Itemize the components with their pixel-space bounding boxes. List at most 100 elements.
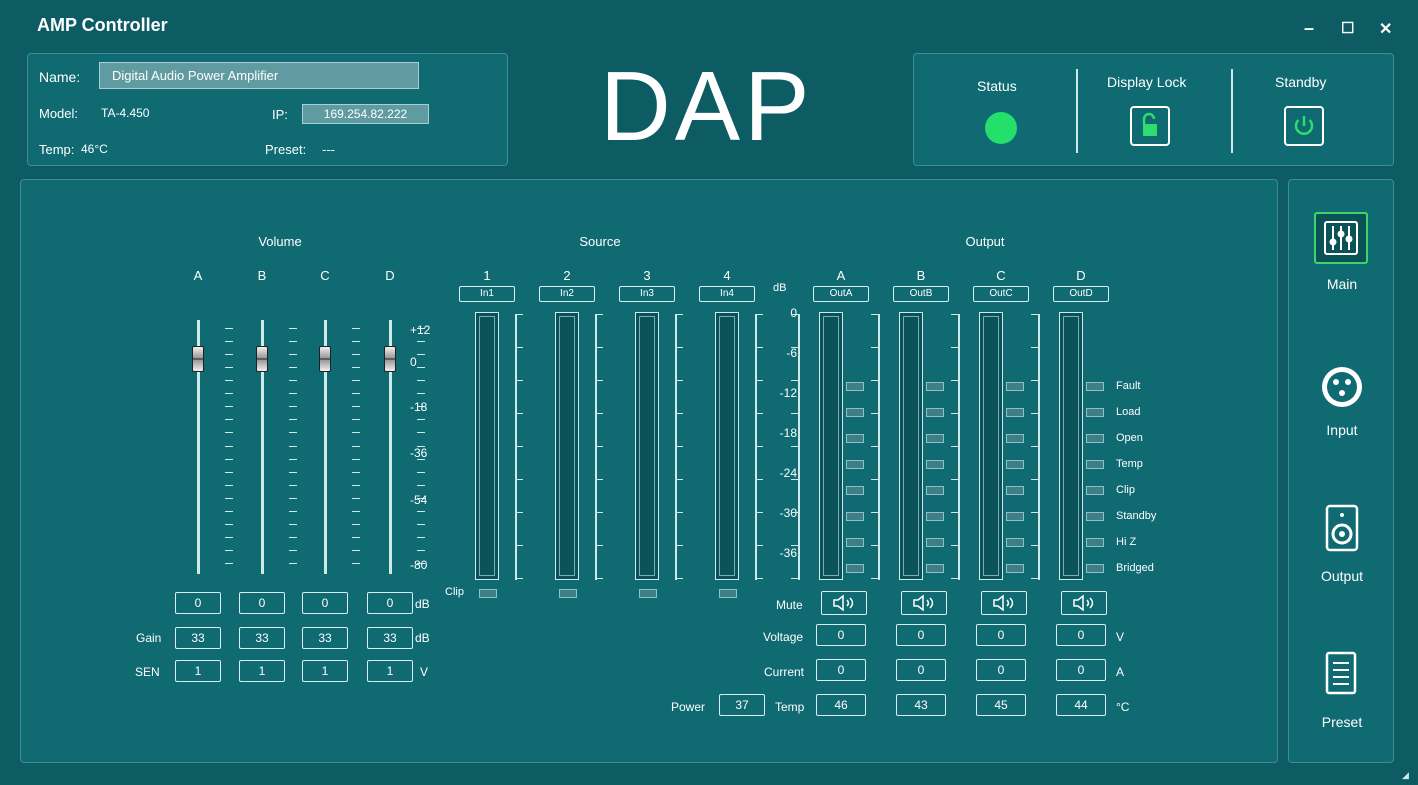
- output-status-label: Load: [1116, 406, 1141, 418]
- volume-fader-knob[interactable]: [384, 346, 396, 372]
- output-voltage-field[interactable]: 0: [816, 624, 866, 646]
- mute-button[interactable]: [1061, 591, 1107, 615]
- gain-field[interactable]: 33: [367, 627, 413, 649]
- close-button[interactable]: ✕: [1379, 19, 1392, 39]
- sen-field[interactable]: 1: [239, 660, 285, 682]
- volume-channel-label: A: [193, 268, 203, 283]
- fader-scale-tick: [417, 341, 425, 342]
- volume-title: Volume: [258, 234, 302, 249]
- output-status-led: [846, 564, 864, 573]
- resize-grip[interactable]: ◢: [1402, 770, 1412, 780]
- meter-ruler-tick: [871, 545, 879, 546]
- output-status-led: [926, 408, 944, 417]
- sen-field[interactable]: 1: [302, 660, 348, 682]
- output-current-field[interactable]: 0: [816, 659, 866, 681]
- ip-field[interactable]: 169.254.82.222: [302, 104, 429, 124]
- source-input-tag[interactable]: In4: [699, 286, 755, 302]
- output-status-led: [846, 486, 864, 495]
- ip-label: IP:: [272, 107, 288, 122]
- volume-fader-knob[interactable]: [319, 346, 331, 372]
- output-temp-field[interactable]: 45: [976, 694, 1026, 716]
- name-field[interactable]: Digital Audio Power Amplifier: [99, 62, 419, 89]
- dap-logo: DAP: [600, 51, 814, 161]
- sen-field[interactable]: 1: [367, 660, 413, 682]
- output-current-field[interactable]: 0: [1056, 659, 1106, 681]
- meter-ruler-tick: [951, 347, 959, 348]
- maximize-button[interactable]: ☐: [1341, 19, 1354, 37]
- gain-field[interactable]: 33: [239, 627, 285, 649]
- fader-scale-tick: [352, 406, 360, 407]
- source-channel-label: 1: [483, 268, 491, 283]
- standby-button[interactable]: [1284, 106, 1324, 146]
- mute-button[interactable]: [901, 591, 947, 615]
- output-voltage-field[interactable]: 0: [1056, 624, 1106, 646]
- output-temp-label: Temp: [775, 700, 805, 714]
- fader-scale-tick: [225, 537, 233, 538]
- output-voltage-field[interactable]: 0: [976, 624, 1026, 646]
- status-indicator: [985, 112, 1017, 144]
- output-tag[interactable]: OutC: [973, 286, 1029, 302]
- output-temp-field[interactable]: 46: [816, 694, 866, 716]
- volume-fader-knob[interactable]: [256, 346, 268, 372]
- volume-db-field[interactable]: 0: [367, 592, 413, 614]
- fader-scale-tick: [352, 380, 360, 381]
- fader-scale-tick: [289, 498, 297, 499]
- output-status-led: [1006, 486, 1024, 495]
- fader-scale-tick: [417, 472, 425, 473]
- source-input-tag[interactable]: In3: [619, 286, 675, 302]
- meter-ruler-tick: [951, 479, 959, 480]
- volume-fader-knob[interactable]: [192, 346, 204, 372]
- output-temp-field[interactable]: 44: [1056, 694, 1106, 716]
- nav-item-preset[interactable]: [1324, 650, 1360, 698]
- volume-db-field[interactable]: 0: [175, 592, 221, 614]
- power-field[interactable]: 37: [719, 694, 765, 716]
- output-temp-field[interactable]: 43: [896, 694, 946, 716]
- volume-scale-label: 0: [410, 355, 417, 369]
- fader-scale-tick: [352, 485, 360, 486]
- output-status-led: [1006, 512, 1024, 521]
- source-input-tag[interactable]: In2: [539, 286, 595, 302]
- gain-field[interactable]: 33: [302, 627, 348, 649]
- source-input-tag[interactable]: In1: [459, 286, 515, 302]
- fader-scale-tick: [225, 459, 233, 460]
- gain-field[interactable]: 33: [175, 627, 221, 649]
- sen-field[interactable]: 1: [175, 660, 221, 682]
- power-label: Power: [671, 700, 706, 714]
- volume-db-field[interactable]: 0: [302, 592, 348, 614]
- output-tag[interactable]: OutA: [813, 286, 869, 302]
- output-status-led: [846, 408, 864, 417]
- meter-ruler-tick: [791, 380, 799, 381]
- fader-scale-tick: [417, 485, 425, 486]
- fader-scale-tick: [289, 524, 297, 525]
- output-tag[interactable]: OutB: [893, 286, 949, 302]
- meter-ruler-tick: [1031, 446, 1039, 447]
- minimize-button[interactable]: –: [1304, 18, 1314, 39]
- meter-ruler: [755, 314, 757, 580]
- source-level-meter: [475, 312, 499, 580]
- output-tag[interactable]: OutD: [1053, 286, 1109, 302]
- output-current-field[interactable]: 0: [976, 659, 1026, 681]
- fader-scale-tick: [417, 380, 425, 381]
- nav-item-input[interactable]: [1317, 362, 1367, 412]
- output-current-field[interactable]: 0: [896, 659, 946, 681]
- temp-value: 46°C: [81, 142, 108, 156]
- display-lock-button[interactable]: [1130, 106, 1170, 146]
- mute-button[interactable]: [981, 591, 1027, 615]
- fader-scale-tick: [225, 393, 233, 394]
- meter-ruler-tick: [951, 380, 959, 381]
- window-title: AMP Controller: [37, 15, 168, 35]
- speaker-icon: [1325, 504, 1359, 552]
- output-level-meter: [899, 312, 923, 580]
- preset-label: Preset:: [265, 142, 307, 157]
- nav-item-main[interactable]: [1314, 212, 1368, 264]
- output-voltage-field[interactable]: 0: [896, 624, 946, 646]
- mute-button[interactable]: [821, 591, 867, 615]
- meter-ruler-tick: [871, 380, 879, 381]
- output-level-meter: [1059, 312, 1083, 580]
- volume-db-field[interactable]: 0: [239, 592, 285, 614]
- meter-ruler-tick: [871, 479, 879, 480]
- meter-ruler-tick: [755, 545, 763, 546]
- nav-item-output[interactable]: [1322, 503, 1362, 555]
- meter-ruler-tick: [951, 545, 959, 546]
- fader-scale-tick: [289, 367, 297, 368]
